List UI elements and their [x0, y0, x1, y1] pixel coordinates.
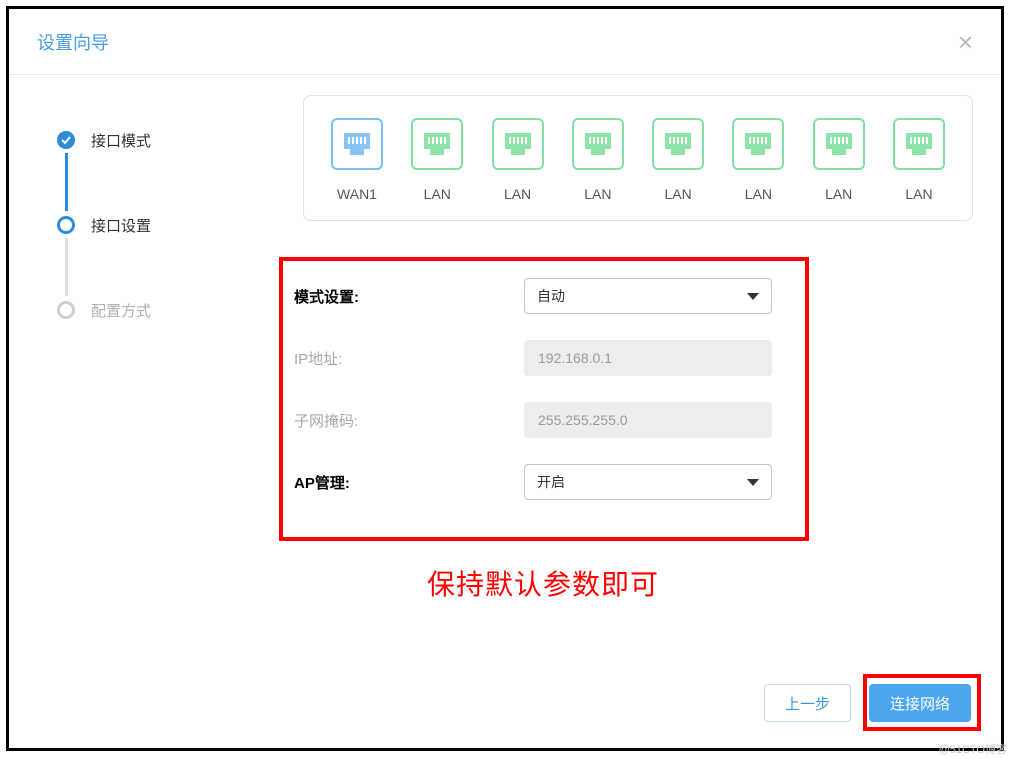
ethernet-port-icon: [652, 118, 704, 170]
mode-label: 模式设置:: [294, 286, 524, 307]
subnet-label: 子网掩码:: [294, 410, 524, 431]
ethernet-port-icon: [411, 118, 463, 170]
ap-select[interactable]: 开启: [524, 464, 772, 500]
port-label: LAN: [584, 186, 611, 202]
close-icon[interactable]: ×: [958, 29, 973, 55]
dialog-body: 接口模式 接口设置 配置方式 WAN1: [9, 75, 1001, 748]
row-ip: IP地址: 192.168.0.1: [294, 327, 794, 389]
chevron-down-icon: [747, 479, 759, 486]
ethernet-port-icon: [572, 118, 624, 170]
step-label: 接口设置: [91, 215, 151, 236]
port-label: LAN: [905, 186, 932, 202]
row-mode: 模式设置: 自动: [294, 265, 794, 327]
dialog-title: 设置向导: [37, 29, 109, 55]
port-lan[interactable]: LAN: [804, 118, 874, 202]
mode-value: 自动: [537, 286, 565, 306]
circle-icon: [57, 301, 75, 319]
port-label: LAN: [665, 186, 692, 202]
ap-value: 开启: [537, 472, 565, 492]
ethernet-port-icon: [732, 118, 784, 170]
step-config-method[interactable]: 配置方式: [57, 295, 237, 325]
port-lan[interactable]: LAN: [563, 118, 633, 202]
circle-icon: [57, 216, 75, 234]
connect-network-button[interactable]: 连接网络: [869, 684, 971, 722]
setup-wizard-dialog: 设置向导 × 接口模式 接口设置 配置方式: [6, 6, 1004, 751]
step-connector: [65, 238, 68, 296]
subnet-input: 255.255.255.0: [524, 402, 772, 438]
step-label: 配置方式: [91, 300, 151, 321]
annotation-text: 保持默认参数即可: [427, 563, 659, 603]
port-label: LAN: [825, 186, 852, 202]
row-ap: AP管理: 开启: [294, 451, 794, 513]
dialog-header: 设置向导 ×: [9, 9, 1001, 75]
step-label: 接口模式: [91, 130, 151, 151]
ethernet-port-icon: [893, 118, 945, 170]
port-lan[interactable]: LAN: [643, 118, 713, 202]
step-interface-mode[interactable]: 接口模式: [57, 125, 237, 155]
ethernet-port-icon: [492, 118, 544, 170]
port-label: LAN: [745, 186, 772, 202]
port-label: LAN: [504, 186, 531, 202]
port-lan[interactable]: LAN: [884, 118, 954, 202]
ip-value: 192.168.0.1: [538, 350, 612, 366]
ports-panel: WAN1 LAN LAN L: [303, 95, 973, 221]
ip-input: 192.168.0.1: [524, 340, 772, 376]
watermark: @51CTO博客: [939, 741, 1007, 757]
check-icon: [57, 131, 75, 149]
step-connector: [65, 153, 68, 211]
row-subnet: 子网掩码: 255.255.255.0: [294, 389, 794, 451]
wizard-steps: 接口模式 接口设置 配置方式: [57, 125, 237, 380]
port-lan[interactable]: LAN: [402, 118, 472, 202]
prev-button[interactable]: 上一步: [764, 684, 851, 722]
step-interface-settings[interactable]: 接口设置: [57, 210, 237, 240]
port-lan[interactable]: LAN: [723, 118, 793, 202]
port-label: WAN1: [337, 186, 377, 202]
interface-settings-form: 模式设置: 自动 IP地址: 192.168.0.1 子网掩码: 255.255…: [294, 265, 794, 513]
subnet-value: 255.255.255.0: [538, 412, 628, 428]
ethernet-port-icon: [813, 118, 865, 170]
port-wan[interactable]: WAN1: [322, 118, 392, 202]
ethernet-port-icon: [331, 118, 383, 170]
footer-buttons: 上一步 连接网络: [764, 684, 971, 722]
mode-select[interactable]: 自动: [524, 278, 772, 314]
ap-label: AP管理:: [294, 472, 524, 493]
port-label: LAN: [424, 186, 451, 202]
chevron-down-icon: [747, 293, 759, 300]
port-lan[interactable]: LAN: [483, 118, 553, 202]
ip-label: IP地址:: [294, 348, 524, 369]
